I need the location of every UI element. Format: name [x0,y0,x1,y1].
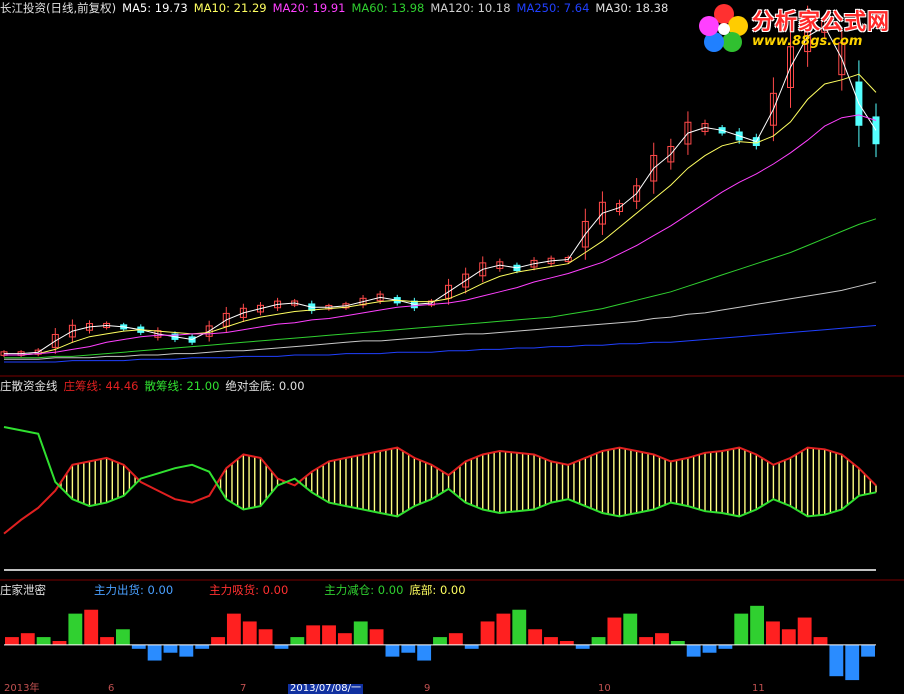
bar-item [84,609,99,645]
date-axis: 2013年 6 7 2013/07/08/一 9 10 11 [0,684,904,694]
bar-item [575,644,590,649]
site-logo: 分析家公式网 www.88gs.com [694,0,904,56]
bar-item [226,613,241,645]
bar-item [163,644,178,653]
date-tick-label: 10 [598,683,611,694]
bar-item [718,644,733,649]
bar-item [750,605,765,645]
stock-title[interactable]: 长江投资(日线,前复权) [0,1,116,15]
bar-item [655,633,669,645]
bottom-label: 底部: 0.00 [409,583,466,597]
ma-line-ma5 [4,25,877,355]
bar-item [274,644,289,649]
bar-item [766,621,780,645]
bar-item [242,621,257,645]
bar-item [702,644,717,653]
bar-item [337,633,352,645]
bar-item [528,629,543,645]
bar-item [290,637,305,645]
bar-header: 庄家泄密 主力出货: 0.00 主力吸货: 0.00 主力减仓: 0.00 底部: 0.… [0,582,472,598]
bar-item [781,629,796,645]
ma30-label: MA30: 18.38 [595,1,669,15]
bar-item [401,644,416,653]
bar-item [639,637,654,645]
ma-line-ma250 [4,325,877,363]
bar-item [5,637,19,645]
reduce-label: 主力减仓: 0.00 [324,583,404,597]
bar-item [258,629,273,645]
bar-item [179,644,194,657]
ma-line-ma20 [4,114,877,356]
ma20-label: MA20: 19.91 [272,1,346,15]
out-label: 主力出货: 0.00 [94,583,174,597]
ma-line-ma120 [4,281,877,360]
logo-name: 分析家公式网 [752,10,891,35]
bar-item [385,644,400,657]
ma-line-ma60 [4,218,877,359]
bar-item [322,625,336,645]
bar-item [100,637,114,645]
bar-item [68,613,83,645]
bar-item [131,644,146,649]
date-tick-label: 9 [424,683,431,694]
zhuang-label: 庄筹线: 44.46 [63,379,139,393]
bar-item [512,609,527,645]
bar-item [480,621,495,645]
zhuang-san-panel [3,426,877,571]
indicator-header: 庄散资金线 庄筹线: 44.46 散筹线: 21.00 绝对金底: 0.00 [0,378,311,394]
ma10-label: MA10: 21.29 [193,1,267,15]
bar-item [20,633,35,645]
bar-item [369,629,384,645]
date-tick-label: 7 [240,683,247,694]
date-tick-label: 6 [108,683,115,694]
bar-item [734,613,749,645]
abs-bottom-label: 绝对金底: 0.00 [225,379,305,393]
bar-title: 庄家泄密 [0,583,46,597]
bar-item [464,644,479,649]
main-price-panel [0,5,880,363]
bar-item [353,621,368,645]
bar-item [861,644,875,657]
logo-url[interactable]: www.88gs.com [752,34,862,49]
ma60-label: MA60: 13.98 [351,1,425,15]
bar-item [591,637,606,645]
bar-item [686,644,701,657]
main-header: 长江投资(日线,前复权) MA5: 19.73 MA10: 21.29 MA20: 1… [0,0,674,16]
bar-item [845,644,860,681]
date-tick-label: 11 [752,683,765,694]
zhuang-xiemi-panel [4,605,876,681]
date-tick-label: 2013/07/08/一 [288,683,364,694]
ma120-label: MA120: 10.18 [430,1,511,15]
bar-item [670,641,685,645]
bar-item [211,637,225,645]
bar-item [544,637,558,645]
bar-item [797,617,812,645]
bar-item [195,644,210,649]
ma5-label: MA5: 19.73 [122,1,188,15]
bar-item [52,641,67,645]
ma-line-ma10 [4,73,877,356]
san-label: 散筹线: 21.00 [144,379,220,393]
bar-item [623,613,638,645]
bar-item [448,633,463,645]
indicator-title: 庄散资金线 [0,379,58,393]
ma250-label: MA250: 7.64 [516,1,590,15]
bar-item [607,617,622,645]
date-tick-label: 2013年 [4,683,40,694]
bar-item [433,637,447,645]
flower-icon [699,4,748,52]
bar-item [36,637,51,645]
bar-item [559,641,574,645]
bar-item [147,644,162,661]
bar-item [813,637,828,645]
bar-item [417,644,432,661]
absorb-label: 主力吸货: 0.00 [209,583,289,597]
bar-item [115,629,130,645]
bar-item [829,644,844,677]
bar-item [496,613,511,645]
bar-item [306,625,321,645]
candle-body [872,116,880,145]
